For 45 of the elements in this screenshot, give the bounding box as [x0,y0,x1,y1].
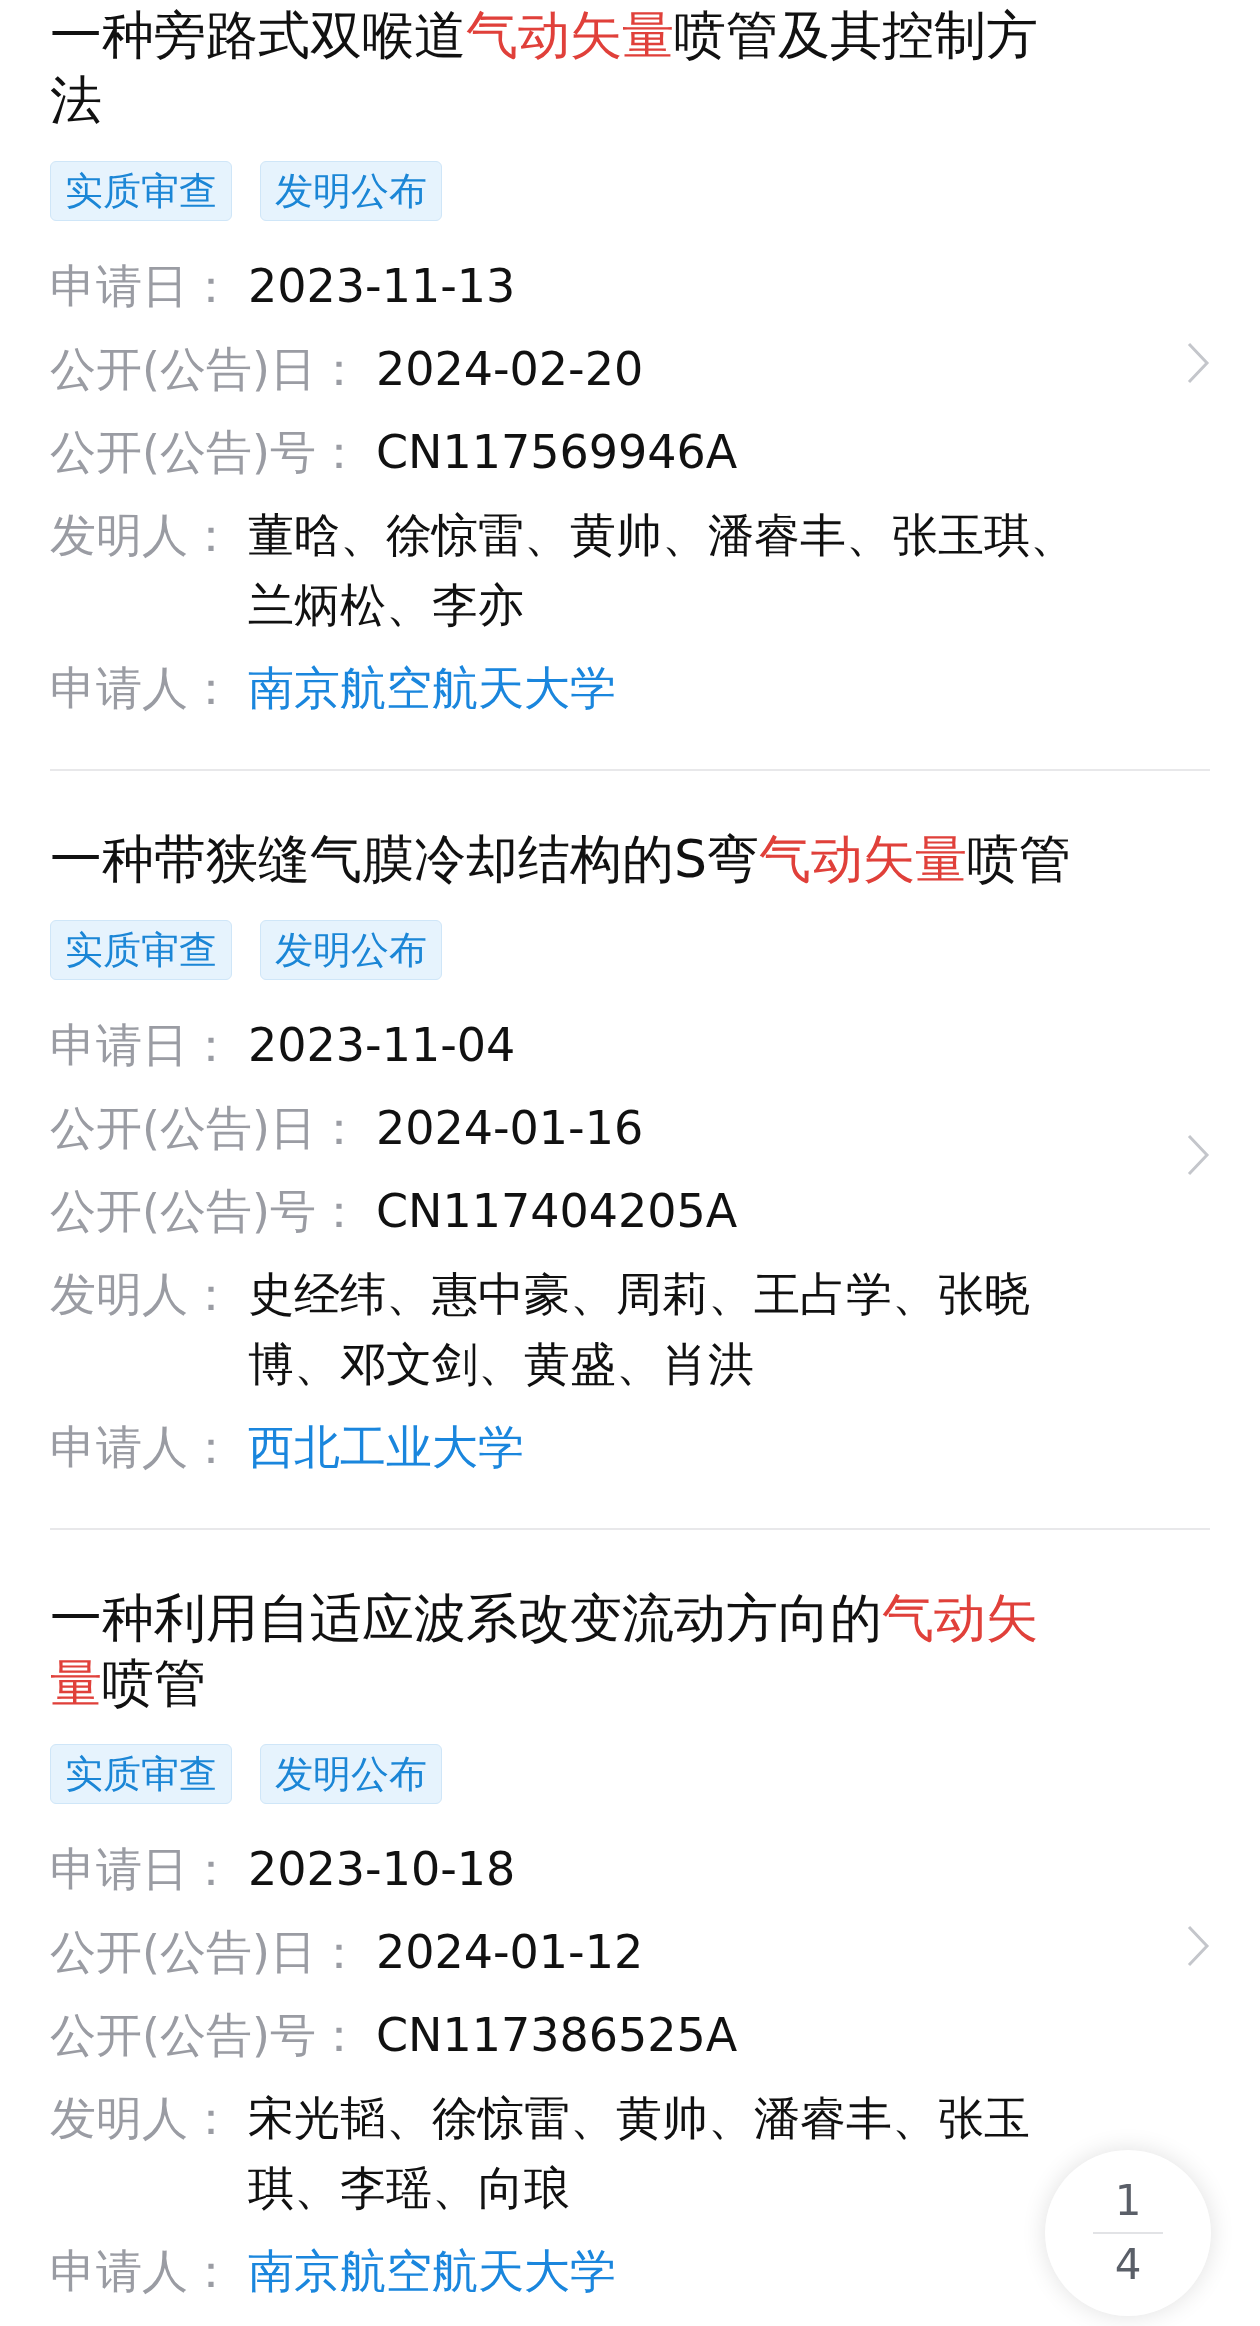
status-tag: 发明公布 [260,161,442,221]
field-value: 2024-01-16 [375,1100,644,1157]
field-value: 2023-11-04 [248,1017,516,1074]
patent-title[interactable]: 一种带狭缝气膜冷却结构的S弯气动矢量喷管 [50,827,1075,892]
field-label: 发明人： [50,1266,234,1323]
field-value: 2023-10-18 [248,1841,516,1898]
status-tag: 实质审查 [50,1744,232,1804]
field-label: 发明人： [50,2090,234,2147]
field-value: CN117404205A [375,1183,738,1240]
field-label: 申请人： [50,2243,234,2300]
field-value: CN117386525A [375,2007,738,2064]
field-value: 2024-01-12 [375,1924,644,1981]
chevron-right-icon[interactable] [1186,341,1210,385]
field-label: 公开(公告)号： [50,1183,362,1240]
page-indicator[interactable]: 1 4 [1045,2150,1211,2316]
chevron-right-icon[interactable] [1186,1132,1210,1177]
field-label: 公开(公告)日： [50,1100,362,1157]
field-value: 2024-02-20 [375,341,644,398]
field-label: 申请人： [50,1419,234,1476]
status-tag: 发明公布 [260,920,442,980]
field-value: 董晗、徐惊雷、黄帅、潘睿丰、张玉琪、兰炳松、李亦 [248,507,1077,634]
field-label: 申请日： [50,258,234,315]
field-label: 发明人： [50,507,234,564]
patent-title[interactable]: 一种利用自适应波系改变流动方向的气动矢量喷管 [50,1586,1075,1716]
field-label: 公开(公告)日： [50,341,362,398]
applicant-link[interactable]: 南京航空航天大学 [248,2236,616,2306]
field-value: CN117569946A [375,424,738,481]
status-tag: 实质审查 [50,161,232,221]
field-label: 公开(公告)日： [50,1924,362,1981]
status-tag: 实质审查 [50,920,232,980]
chevron-right-icon[interactable] [1186,1924,1210,1968]
field-value: 宋光韬、徐惊雷、黄帅、潘睿丰、张玉琪、李瑶、向琅 [248,2090,1031,2217]
total-pages: 4 [1114,2240,1142,2290]
field-value: 史经纬、惠中豪、周莉、王占学、张晓博、邓文剑、黄盛、肖洪 [248,1266,1031,1393]
field-label: 公开(公告)号： [50,2007,362,2064]
field-label: 公开(公告)号： [50,424,362,481]
current-page: 1 [1114,2176,1142,2226]
field-label: 申请人： [50,660,234,717]
field-label: 申请日： [50,1017,234,1074]
status-tag: 发明公布 [260,1744,442,1804]
applicant-link[interactable]: 西北工业大学 [248,1412,524,1482]
applicant-link[interactable]: 南京航空航天大学 [248,653,616,723]
field-value: 2023-11-13 [248,258,516,315]
field-label: 申请日： [50,1841,234,1898]
patent-title[interactable]: 一种旁路式双喉道气动矢量喷管及其控制方法 [50,3,1075,133]
